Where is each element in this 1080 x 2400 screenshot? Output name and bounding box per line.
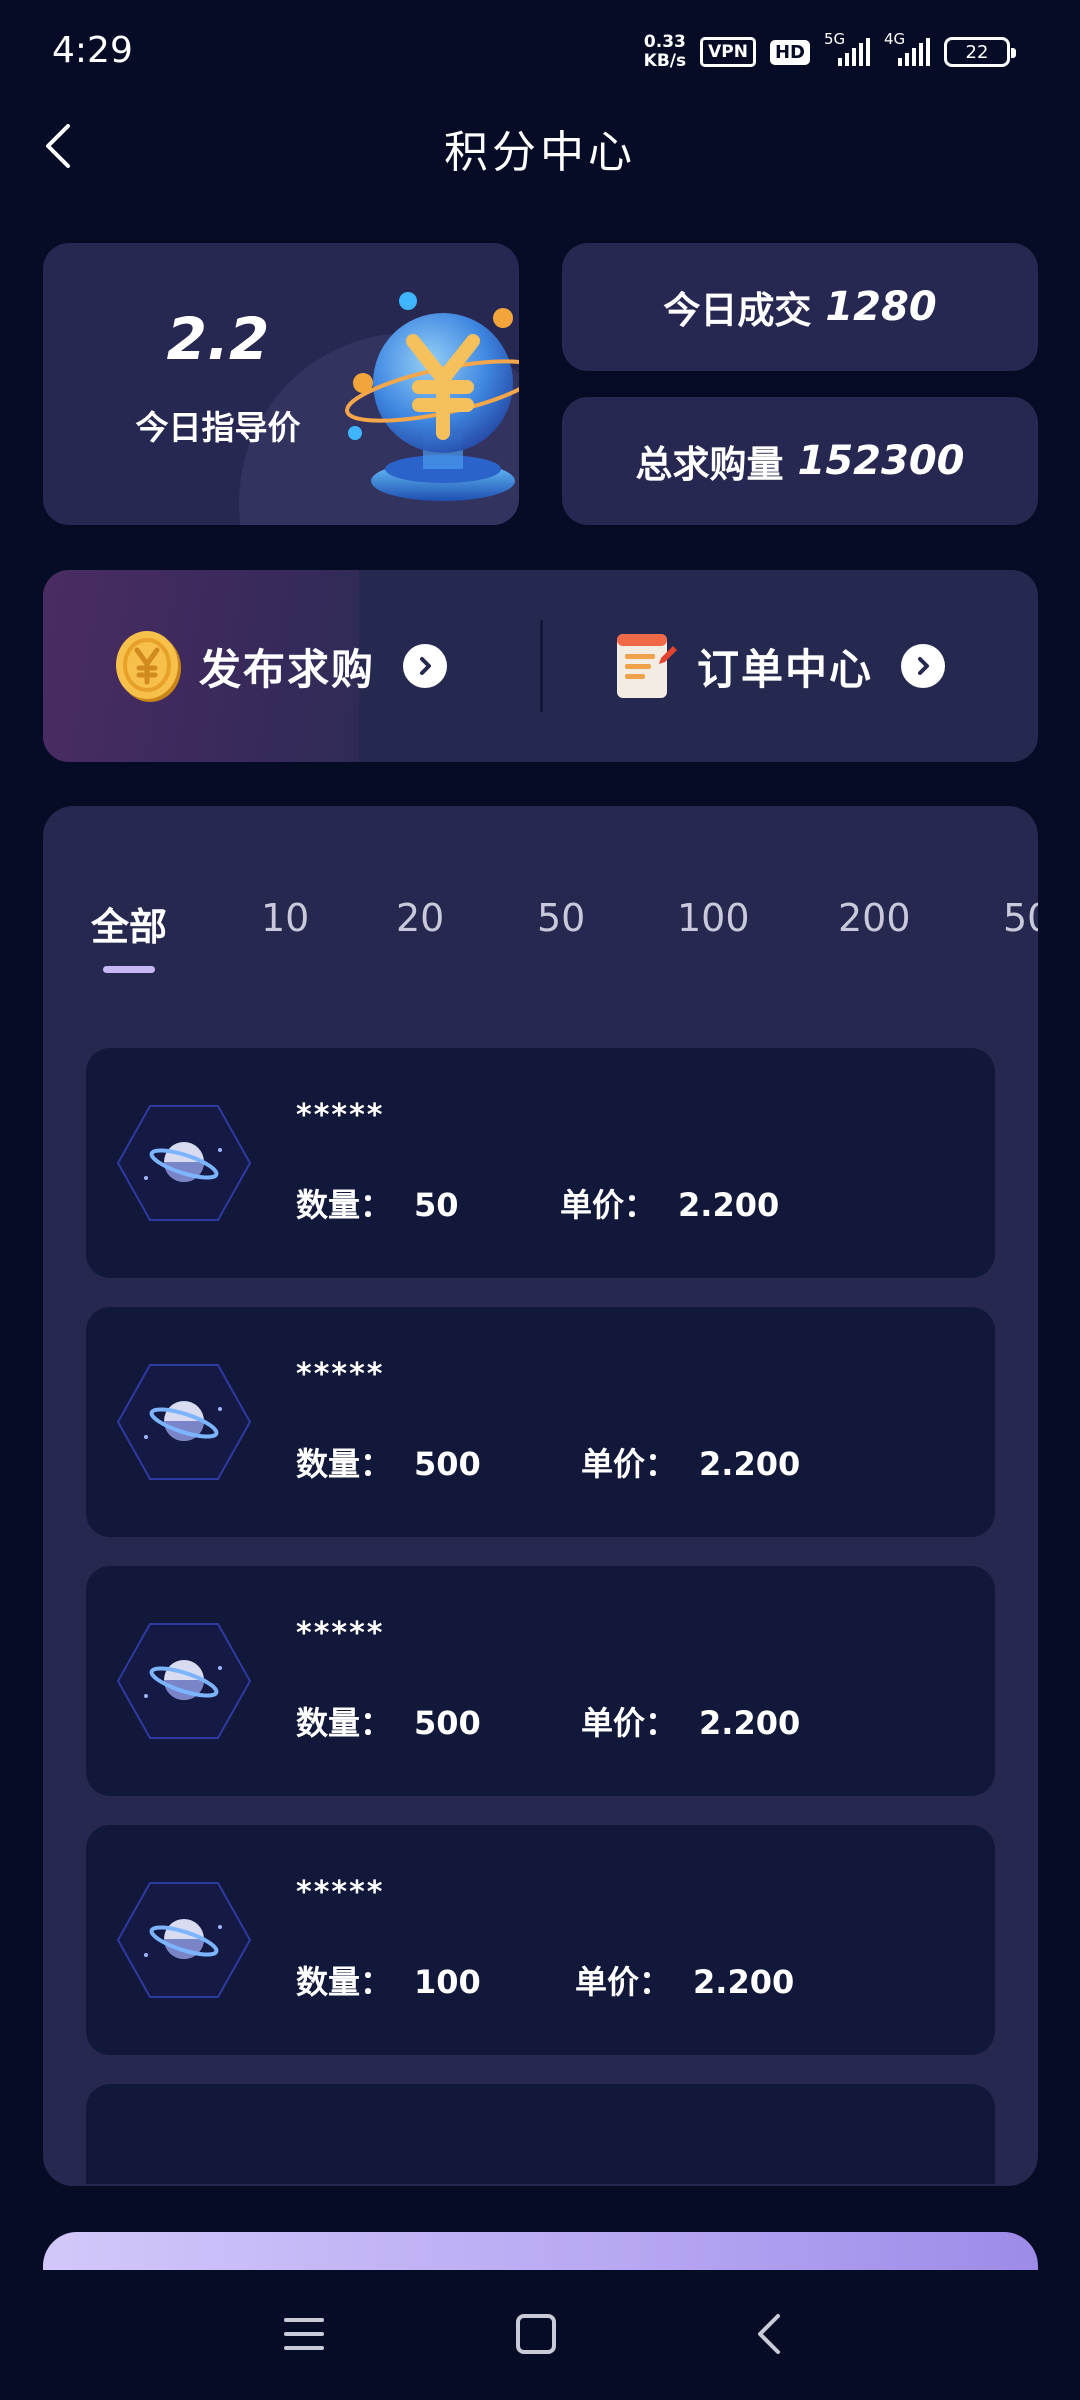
order-user-name: ***** — [296, 1616, 385, 1651]
unit-price-value: 2.200 — [678, 1186, 780, 1224]
tab-20[interactable]: 20 — [396, 896, 444, 940]
qty-value: 50 — [414, 1186, 459, 1224]
network-1-label: 5G — [824, 30, 846, 48]
qty-value: 500 — [414, 1704, 481, 1742]
unit-price-label: 单价： — [560, 1186, 657, 1224]
total-demand-card: 总求购量 152300 — [562, 397, 1038, 525]
order-center-button[interactable]: 订单中心 — [611, 570, 946, 762]
order-item[interactable]: ***** 数量： 50 单价： 2.200 — [86, 1048, 995, 1278]
demand-list-panel: 全部 10 20 50 100 200 500 ***** 数量： 50 单价： 2… — [43, 806, 1038, 2186]
home-square-icon[interactable] — [506, 2304, 566, 2364]
amount-tabs: 全部 10 20 50 100 200 500 — [43, 896, 1038, 976]
order-quantity: 数量： 500 — [296, 1698, 481, 1744]
order-item[interactable]: ***** 数量： 500 单价： 2.200 — [86, 1307, 995, 1537]
tab-200[interactable]: 200 — [838, 896, 911, 940]
qty-label: 数量： — [296, 1186, 393, 1224]
qty-label: 数量： — [296, 1963, 393, 2001]
order-unit-price: 单价： 2.200 — [575, 1957, 794, 2003]
header: 积分中心 — [0, 100, 1080, 190]
order-unit-price: 单价： 2.200 — [560, 1180, 779, 1226]
qty-label: 数量： — [296, 1704, 393, 1742]
tab-10[interactable]: 10 — [261, 896, 309, 940]
qty-label: 数量： — [296, 1445, 393, 1483]
qty-value: 500 — [414, 1445, 481, 1483]
status-bar: 4:29 0.33 KB/s VPN HD 5G 4G 22 — [0, 0, 1080, 100]
order-user-name: ***** — [296, 1875, 385, 1910]
unit-price-value: 2.200 — [699, 1704, 801, 1742]
status-time: 4:29 — [52, 30, 133, 71]
planet-icon — [116, 1364, 252, 1480]
unit-price-value: 2.200 — [693, 1963, 795, 2001]
page-title: 积分中心 — [444, 127, 636, 178]
unit-price-label: 单价： — [581, 1704, 678, 1742]
today-deals-value: 1280 — [825, 284, 937, 330]
menu-icon[interactable] — [274, 2304, 334, 2364]
publish-demand-label: 发布求购 — [199, 644, 376, 694]
order-user-name: ***** — [296, 1357, 385, 1392]
status-indicators: 0.33 KB/s VPN HD 5G 4G 22 — [644, 30, 1016, 74]
gold-coin-icon — [116, 631, 181, 702]
unit-price-label: 单价： — [581, 1445, 678, 1483]
total-demand-label: 总求购量 — [635, 443, 784, 486]
tab-100[interactable]: 100 — [677, 896, 750, 940]
planet-icon — [116, 1882, 252, 1998]
tab-all[interactable]: 全部 — [91, 896, 167, 951]
order-quantity: 数量： 500 — [296, 1439, 481, 1485]
planet-icon — [116, 1105, 252, 1221]
order-item-partial[interactable] — [86, 2084, 995, 2184]
order-quantity: 数量： 50 — [296, 1180, 459, 1226]
signal-5g-icon: 5G — [824, 30, 870, 66]
back-chevron-icon[interactable] — [740, 2304, 800, 2364]
action-bar: 发布求购 订单中心 — [43, 570, 1038, 762]
yuan-globe-icon — [345, 292, 519, 501]
net-speed: 0.33 KB/s — [644, 33, 686, 71]
network-2-label: 4G — [884, 30, 906, 48]
order-user-name: ***** — [296, 1098, 385, 1133]
guide-price-card: 2.2 今日指导价 — [43, 243, 519, 525]
tab-50[interactable]: 50 — [537, 896, 585, 940]
chevron-right-icon — [403, 644, 448, 688]
system-nav-bar — [0, 2270, 1080, 2400]
unit-price-label: 单价： — [575, 1963, 672, 2001]
unit-price-value: 2.200 — [699, 1445, 801, 1483]
order-unit-price: 单价： 2.200 — [581, 1698, 800, 1744]
action-divider — [540, 620, 543, 712]
guide-price-label: 今日指导价 — [135, 408, 301, 447]
chevron-right-icon — [901, 644, 946, 688]
order-document-icon — [617, 634, 677, 698]
today-deals-card: 今日成交 1280 — [562, 243, 1038, 371]
battery-level: 22 — [965, 41, 989, 63]
order-unit-price: 单价： 2.200 — [581, 1439, 800, 1485]
total-demand-value: 152300 — [797, 438, 965, 484]
net-speed-value: 0.33 — [643, 32, 686, 52]
net-speed-unit: KB/s — [643, 51, 687, 71]
qty-value: 100 — [414, 1963, 481, 2001]
battery-icon: 22 — [944, 37, 1016, 67]
tab-500[interactable]: 500 — [1003, 896, 1038, 940]
guide-price-value: 2.2 — [166, 305, 270, 373]
publish-demand-button[interactable]: 发布求购 — [113, 570, 448, 762]
order-item[interactable]: ***** 数量： 500 单价： 2.200 — [86, 1566, 995, 1796]
order-item[interactable]: ***** 数量： 100 单价： 2.200 — [86, 1825, 995, 2055]
vpn-badge: VPN — [700, 37, 756, 67]
tab-indicator — [103, 966, 155, 973]
hd-badge: HD — [769, 39, 810, 65]
signal-4g-icon: 4G — [884, 30, 930, 66]
points-center-screen: 4:29 0.33 KB/s VPN HD 5G 4G 22 积分中心 2.2 … — [0, 0, 1080, 2400]
today-deals-label: 今日成交 — [663, 289, 812, 332]
order-quantity: 数量： 100 — [296, 1957, 481, 2003]
planet-icon — [116, 1623, 252, 1739]
order-center-label: 订单中心 — [697, 644, 874, 694]
